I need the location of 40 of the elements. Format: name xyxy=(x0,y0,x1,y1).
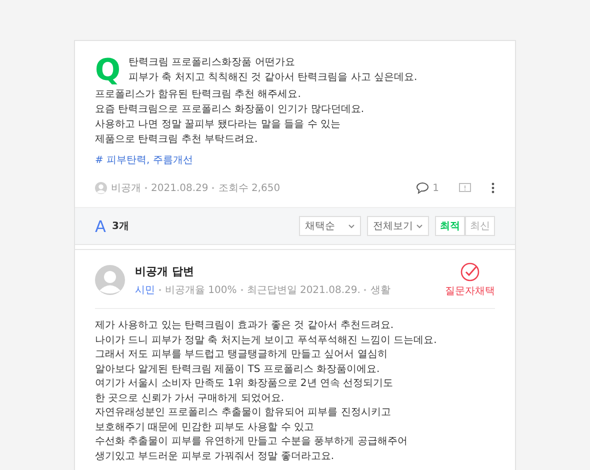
answer-text: 그래서 저도 피부를 부드럽고 탱글탱글하게 만들고 싶어서 열심히 xyxy=(95,348,388,362)
question-text: 요즘 탄력크림으로 프로폴리스 화장품이 인기가 많다던데요. xyxy=(95,103,366,117)
answer-title: 비공개 답변 xyxy=(135,264,195,278)
question-text: 피부가 축 처지고 칙칙해진 것 같아서 탄력크림을 사고 싶은데요. xyxy=(128,71,418,85)
question-text: 사용하고 나면 정말 꿀피부 됐다라는 말을 들을 수 있는 xyxy=(95,118,342,132)
question-mark: Q xyxy=(95,55,121,87)
meta-text: 비공개 xyxy=(111,182,141,195)
grade-link[interactable]: 시민 xyxy=(135,282,155,296)
answer-text: 수선화 추출물이 피부를 유연하게 만들고 수분을 풍부하게 공급해주어 xyxy=(95,435,408,449)
caret-icon xyxy=(348,224,355,228)
comment-count: 1 xyxy=(432,182,439,194)
sort-tab[interactable]: 최신 xyxy=(465,216,495,236)
meta-text: 생활 xyxy=(370,284,390,296)
sort-select[interactable]: 전체보기 xyxy=(367,216,429,236)
avatar-icon xyxy=(95,265,125,295)
comment-icon[interactable] xyxy=(416,182,429,194)
answer-text: 자연유래성분인 프로폴리스 추출물이 함유되어 피부를 진정시키고 xyxy=(95,406,392,420)
answer-text: 생기있고 부드러운 피부로 가꿔줘서 정말 좋더라고요. xyxy=(95,450,336,464)
more-icon[interactable] xyxy=(491,182,495,194)
answer-text: 한 곳으로 신뢰가 가서 구매하게 되었어요. xyxy=(95,392,286,406)
answer-text: 보호해주기 때문에 민감한 피부도 사용할 수 있고 xyxy=(95,420,316,434)
answer-count: 3개 xyxy=(112,220,129,233)
answer-text: 알아보다 알게된 탄력크림 제품이 TS 프로폴리스 화장품이에요. xyxy=(95,362,381,376)
question-title: 탄력크림 프로폴리스화장품 어떤가요 xyxy=(128,56,296,70)
answer-text: 나이가 드니 피부가 정말 축 처지는게 보이고 푸석푸석해진 느낌이 드는데요. xyxy=(95,334,438,348)
meta-text: 비공개율 100% xyxy=(165,284,237,296)
answer-text: 여기가 서울시 소비자 만족도 1위 화장품으로 2년 연속 선정되기도 xyxy=(95,377,394,391)
sort-select[interactable]: 채택순 xyxy=(299,216,361,236)
answer-text: 제가 사용하고 있는 탄력크림이 효과가 좋은 것 같아서 추천드려요. xyxy=(95,319,395,333)
tag-link[interactable]: # 피부탄력, 주름개선 xyxy=(95,153,193,167)
question-text: 프로폴리스가 함유된 탄력크림 추천 해주세요. xyxy=(95,88,302,102)
meta-text: 조회수 2,650 xyxy=(218,182,280,195)
question-text: 제품으로 탄력크림 추천 부탁드려요. xyxy=(95,133,259,147)
meta-text: 2021.08.29 xyxy=(151,182,208,194)
meta-text: 최근답변일 2021.08.29. xyxy=(246,284,360,296)
avatar-icon xyxy=(95,182,107,194)
badge-text: 질문자채택 xyxy=(445,285,495,298)
check-badge-icon xyxy=(460,262,480,282)
answer-mark: A xyxy=(95,216,106,236)
caret-icon xyxy=(416,224,423,228)
